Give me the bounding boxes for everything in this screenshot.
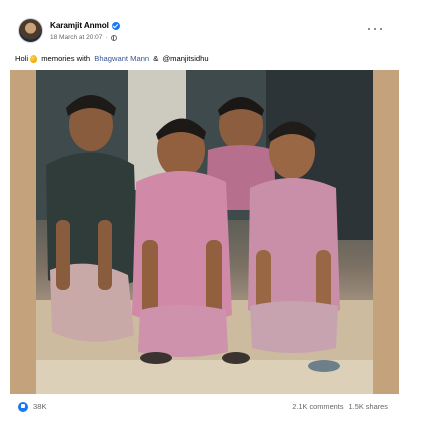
author-name[interactable]: Karamjit Anmol: [50, 21, 109, 30]
caption-separator: &: [151, 54, 161, 63]
post-timestamp[interactable]: 18 March at 20:07: [50, 34, 102, 41]
photo-illustration: [36, 70, 373, 394]
like-reaction-icon[interactable]: [18, 402, 28, 412]
group-photo: [36, 70, 373, 394]
engagement-counts: 2.1K comments 1.5K shares: [292, 402, 388, 411]
verified-badge-icon: [111, 21, 120, 30]
caption-prefix: Holi: [15, 54, 29, 63]
post-header: Karamjit Anmol 18 March at 20:07 ·: [18, 18, 388, 48]
reaction-count[interactable]: 38K: [33, 402, 47, 411]
author-name-row: Karamjit Anmol: [50, 19, 120, 32]
mention-manjitsidhu[interactable]: @manjitsidhu: [162, 54, 208, 63]
post-meta: 18 March at 20:07 ·: [50, 32, 117, 43]
balloon-icon: [30, 54, 38, 63]
shares-count[interactable]: 1.5K shares: [349, 402, 388, 411]
post-photo[interactable]: [10, 70, 399, 394]
post-footer: 38K 2.1K comments 1.5K shares: [18, 400, 388, 416]
caption-middle: memories with: [39, 54, 93, 63]
more-options-icon[interactable]: [368, 24, 382, 34]
author-avatar[interactable]: [18, 18, 43, 43]
comments-count[interactable]: 2.1K comments: [292, 402, 343, 411]
post-caption: Holi memories with Bhagwant Mann & @manj…: [15, 54, 209, 63]
globe-icon: [110, 34, 117, 41]
facebook-post: Karamjit Anmol 18 March at 20:07 · Holi …: [0, 0, 440, 425]
mention-bhagwant-mann[interactable]: Bhagwant Mann: [94, 54, 149, 63]
meta-separator: ·: [105, 34, 108, 41]
